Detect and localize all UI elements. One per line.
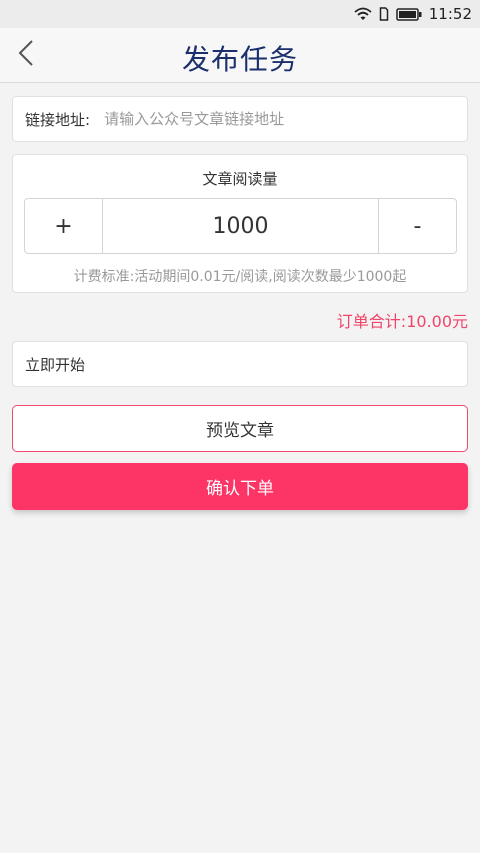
start-time-label: 立即开始 — [25, 355, 86, 374]
sim-icon — [379, 7, 389, 21]
read-volume-title: 文章阅读量 — [202, 170, 278, 188]
wifi-icon — [354, 7, 372, 21]
status-time: 11:52 — [428, 5, 472, 23]
read-volume-card: 文章阅读量 + 1000 - 计费标准:活动期间0.01元/阅读,阅读次数最少1… — [12, 154, 468, 293]
link-address-label: 链接地址: — [25, 110, 91, 129]
increment-button[interactable]: + — [25, 199, 103, 253]
page-title: 发布任务 — [181, 43, 298, 76]
fee-standard-note: 计费标准:活动期间0.01元/阅读,阅读次数最少1000起 — [73, 269, 407, 285]
start-time-selector[interactable]: 立即开始 — [12, 341, 468, 387]
confirm-order-button[interactable]: 确认下单 — [12, 463, 468, 510]
read-volume-stepper: + 1000 - — [24, 198, 457, 254]
app-header: 发布任务 — [0, 28, 480, 83]
preview-article-button[interactable]: 预览文章 — [12, 405, 468, 452]
link-address-field: 链接地址: — [12, 96, 468, 142]
link-address-input[interactable] — [104, 110, 457, 128]
status-bar: 11:52 — [0, 0, 480, 28]
battery-icon — [396, 7, 422, 21]
read-volume-value[interactable]: 1000 — [103, 199, 378, 253]
decrement-button[interactable]: - — [378, 199, 456, 253]
order-total: 订单合计:10.00元 — [336, 312, 468, 331]
